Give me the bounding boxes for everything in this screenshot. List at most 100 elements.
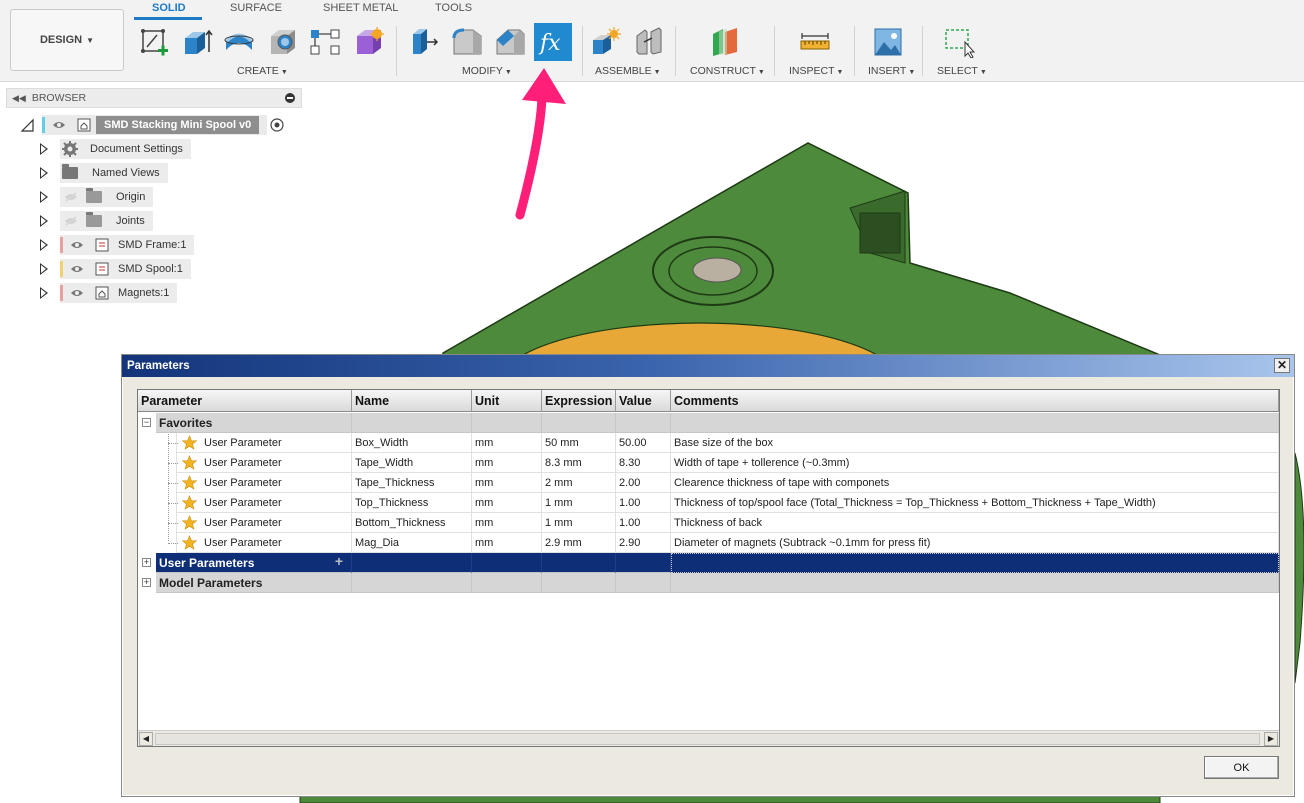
- new-component-button[interactable]: [590, 24, 624, 60]
- chamfer-button[interactable]: [493, 24, 527, 60]
- create-sketch-button[interactable]: [138, 24, 172, 60]
- group-row-model-parameters[interactable]: + Model Parameters: [138, 573, 1279, 593]
- root-node[interactable]: SMD Stacking Mini Spool v0: [42, 115, 268, 135]
- column-header-value[interactable]: Value: [616, 390, 671, 412]
- unit-cell[interactable]: mm: [472, 513, 542, 533]
- unit-cell[interactable]: mm: [472, 453, 542, 473]
- collapse-panel-icon[interactable]: ◀◀: [12, 93, 26, 104]
- add-parameter-icon[interactable]: +: [335, 553, 343, 569]
- expand-cell[interactable]: +: [138, 553, 156, 573]
- group-row-user-parameters[interactable]: + User Parameters +: [138, 553, 1279, 573]
- workspace-switcher-button[interactable]: DESIGN ▼: [10, 9, 124, 71]
- measure-button[interactable]: [798, 24, 832, 60]
- joint-button[interactable]: [632, 24, 666, 60]
- favorite-star-icon[interactable]: [182, 535, 197, 550]
- favorite-star-icon[interactable]: [182, 475, 197, 490]
- expression-cell[interactable]: 8.3 mm: [542, 453, 616, 473]
- column-header-unit[interactable]: Unit: [472, 390, 542, 412]
- expand-triangle-icon[interactable]: [40, 191, 48, 203]
- hole-button[interactable]: [266, 24, 300, 60]
- close-icon[interactable]: ✕: [1274, 358, 1290, 373]
- browser-item-named-views[interactable]: Named Views: [40, 163, 180, 183]
- browser-item-smd-frame[interactable]: SMD Frame:1: [40, 235, 200, 255]
- insert-menu[interactable]: INSERT ▼: [868, 65, 915, 77]
- comment-cell[interactable]: Thickness of back: [671, 513, 1279, 533]
- expression-cell[interactable]: 2.9 mm: [542, 533, 616, 553]
- select-menu[interactable]: SELECT ▼: [937, 65, 987, 77]
- visibility-eye-icon[interactable]: [70, 240, 84, 250]
- column-header-comments[interactable]: Comments: [671, 390, 1279, 412]
- tab-solid[interactable]: SOLID: [152, 2, 186, 14]
- offset-plane-button[interactable]: [708, 24, 742, 60]
- table-row[interactable]: User Parameter Box_Width mm 50 mm 50.00 …: [138, 433, 1279, 453]
- create-menu[interactable]: CREATE ▼: [237, 65, 288, 77]
- insert-image-button[interactable]: [871, 24, 905, 60]
- column-header-name[interactable]: Name: [352, 390, 472, 412]
- select-button[interactable]: [942, 24, 976, 60]
- favorite-star-icon[interactable]: [182, 435, 197, 450]
- assemble-menu[interactable]: ASSEMBLE ▼: [595, 65, 661, 77]
- expression-cell[interactable]: 1 mm: [542, 493, 616, 513]
- browser-item-document-settings[interactable]: Document Settings: [40, 139, 200, 159]
- comment-cell[interactable]: Diameter of magnets (Subtrack ~0.1mm for…: [671, 533, 1279, 553]
- name-cell[interactable]: Top_Thickness: [352, 493, 472, 513]
- group-row-favorites[interactable]: − Favorites: [138, 413, 1279, 433]
- browser-root[interactable]: SMD Stacking Mini Spool v0: [20, 115, 295, 135]
- expand-cell[interactable]: +: [138, 573, 156, 593]
- comment-cell[interactable]: Base size of the box: [671, 433, 1279, 453]
- press-pull-button[interactable]: [406, 24, 440, 60]
- pattern-button[interactable]: [308, 24, 342, 60]
- name-cell[interactable]: Bottom_Thickness: [352, 513, 472, 533]
- tab-sheet-metal[interactable]: SHEET METAL: [323, 2, 398, 14]
- browser-item-origin[interactable]: Origin: [40, 187, 170, 207]
- collapse-minus-icon[interactable]: −: [142, 418, 151, 427]
- unit-cell[interactable]: mm: [472, 473, 542, 493]
- expand-triangle-icon[interactable]: [40, 143, 48, 155]
- favorite-star-icon[interactable]: [182, 515, 197, 530]
- favorite-star-icon[interactable]: [182, 495, 197, 510]
- collapse-cell[interactable]: −: [138, 413, 156, 433]
- favorite-star-icon[interactable]: [182, 455, 197, 470]
- column-header-expression[interactable]: Expression: [542, 390, 616, 412]
- tab-tools[interactable]: TOOLS: [435, 2, 472, 14]
- expression-cell[interactable]: 50 mm: [542, 433, 616, 453]
- expand-plus-icon[interactable]: +: [142, 558, 151, 567]
- visibility-eye-icon[interactable]: [52, 120, 66, 130]
- browser-header[interactable]: ◀◀ BROWSER: [6, 88, 302, 108]
- comment-cell[interactable]: Thickness of top/spool face (Total_Thick…: [671, 493, 1279, 513]
- browser-item-magnets[interactable]: Magnets:1: [40, 283, 200, 303]
- name-cell[interactable]: Tape_Thickness: [352, 473, 472, 493]
- ok-button[interactable]: OK: [1204, 756, 1279, 779]
- name-cell[interactable]: Tape_Width: [352, 453, 472, 473]
- browser-item-joints[interactable]: Joints: [40, 211, 170, 231]
- visibility-eye-icon[interactable]: [70, 288, 84, 298]
- comment-cell[interactable]: Width of tape + tollerence (~0.3mm): [671, 453, 1279, 473]
- unit-cell[interactable]: mm: [472, 493, 542, 513]
- unit-cell[interactable]: mm: [472, 533, 542, 553]
- expand-triangle-icon[interactable]: [40, 167, 48, 179]
- table-row[interactable]: User Parameter Top_Thickness mm 1 mm 1.0…: [138, 493, 1279, 513]
- scroll-right-icon[interactable]: ▶: [1264, 732, 1278, 746]
- table-row[interactable]: User Parameter Tape_Thickness mm 2 mm 2.…: [138, 473, 1279, 493]
- expand-triangle-icon[interactable]: [40, 215, 48, 227]
- dialog-title-bar[interactable]: Parameters ✕: [122, 355, 1294, 377]
- expand-triangle-icon[interactable]: [40, 239, 48, 251]
- name-cell[interactable]: Box_Width: [352, 433, 472, 453]
- activate-radio-icon[interactable]: [270, 118, 284, 132]
- scrollbar-thumb[interactable]: [155, 733, 1260, 745]
- comment-cell[interactable]: Clearence thickness of tape with compone…: [671, 473, 1279, 493]
- expand-triangle-icon[interactable]: [40, 263, 48, 275]
- column-header-parameter[interactable]: Parameter: [138, 390, 352, 412]
- horizontal-scrollbar[interactable]: ◀ ▶: [138, 730, 1279, 746]
- name-cell[interactable]: Mag_Dia: [352, 533, 472, 553]
- visibility-eye-icon[interactable]: [70, 264, 84, 274]
- fillet-button[interactable]: [450, 24, 484, 60]
- expand-plus-icon[interactable]: +: [142, 578, 151, 587]
- inspect-menu[interactable]: INSPECT ▼: [789, 65, 843, 77]
- unit-cell[interactable]: mm: [472, 433, 542, 453]
- hidden-eye-icon[interactable]: [64, 216, 78, 226]
- construct-menu[interactable]: CONSTRUCT ▼: [690, 65, 765, 77]
- extrude-button[interactable]: [180, 24, 214, 60]
- table-row[interactable]: User Parameter Bottom_Thickness mm 1 mm …: [138, 513, 1279, 533]
- scroll-left-icon[interactable]: ◀: [139, 732, 153, 746]
